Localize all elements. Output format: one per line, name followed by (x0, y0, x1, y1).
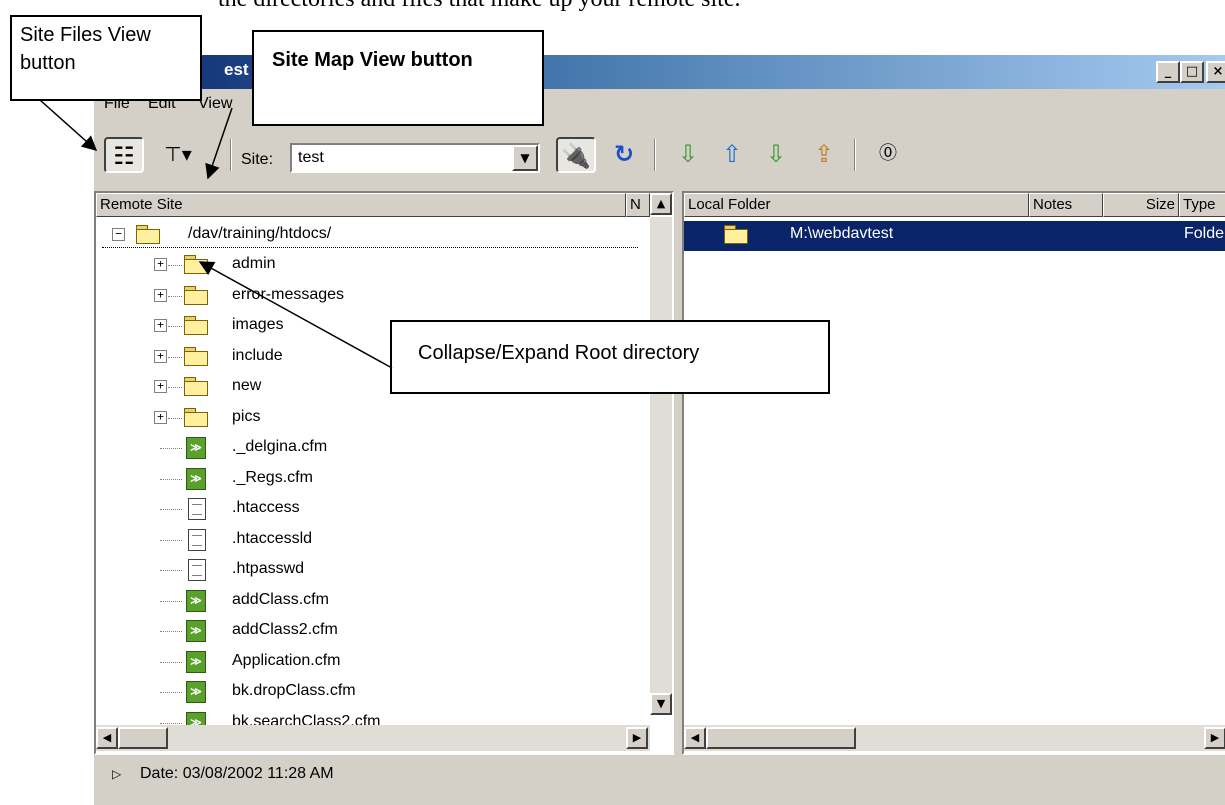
collapse-arrow (198, 261, 393, 369)
site-map-arrow (205, 107, 233, 180)
callout-arrows (39, 99, 393, 369)
site-files-arrow (39, 99, 98, 151)
